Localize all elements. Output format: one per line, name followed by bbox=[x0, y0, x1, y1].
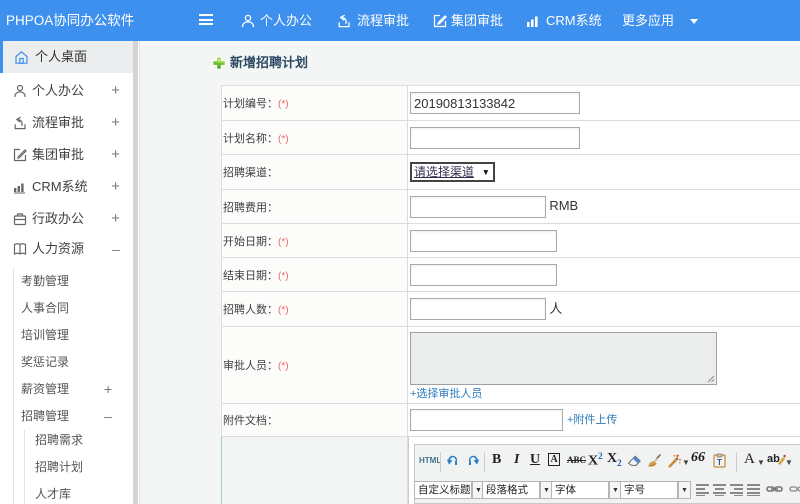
svg-text:T: T bbox=[717, 458, 722, 467]
